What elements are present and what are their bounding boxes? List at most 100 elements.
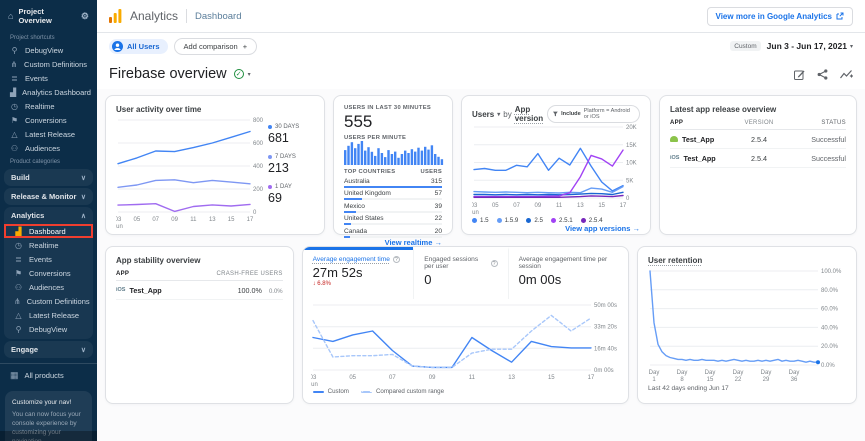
caret-down-icon: ▾	[497, 111, 500, 118]
custom-definitions-icon: ⋔	[14, 297, 21, 306]
tab-average-engagement-time[interactable]: Average engagement time?27m 52s↓ 6.8%	[303, 247, 414, 299]
legend-dot	[268, 125, 272, 129]
sidebar-item-debugview[interactable]: ⚲DebugView	[0, 43, 97, 57]
tab-engaged-sessions-per-user[interactable]: Engaged sessions per user?0	[413, 247, 507, 299]
sidebar-item-analytics-dashboard[interactable]: ▟Analytics Dashboard	[0, 85, 97, 99]
country-bar	[344, 211, 356, 213]
events-icon: ≣	[10, 74, 19, 83]
tab-label: Average engagement time per session	[519, 256, 618, 270]
svg-text:13: 13	[508, 375, 515, 381]
svg-text:15: 15	[707, 377, 714, 383]
conversions-icon: ⚑	[10, 116, 19, 125]
conversions-icon: ⚑	[14, 269, 23, 278]
country-users: 57	[435, 190, 442, 197]
sidebar-item-latest-release[interactable]: △Latest Release	[4, 308, 93, 322]
svg-text:09: 09	[171, 217, 178, 223]
country-row-australia: Australia315	[344, 178, 442, 188]
tab-average-engagement-time-per-session[interactable]: Average engagement time per session0m 00…	[508, 247, 628, 299]
engagement-line-chart: 0m 00s16m 40s33m 20s50m 00s03Jun05070911…	[311, 301, 623, 387]
svg-text:Day: Day	[761, 370, 772, 376]
sidebar-item-events[interactable]: ≣Events	[0, 71, 97, 85]
metric-selector[interactable]: Users	[472, 110, 494, 119]
sidebar-shortcuts-list: ⚲DebugView⋔Custom Definitions≣Events▟Ana…	[0, 43, 97, 155]
retention-footer: Last 42 days ending Jun 17	[648, 385, 846, 392]
all-users-chip[interactable]: All Users	[109, 39, 168, 54]
app-cell: iOSTest_App	[670, 154, 730, 163]
svg-text:11: 11	[556, 203, 563, 209]
country-row-united-kingdom: United Kingdom57	[344, 190, 442, 200]
legend-value: 681	[268, 131, 314, 145]
user-activity-line-chart: 020040060080003Jun05070911131517	[116, 116, 268, 230]
analytics-dashboard-icon: ▟	[10, 88, 16, 97]
platform-filter-chip[interactable]: Include Platform = Android or iOS	[547, 105, 640, 123]
sidebar-section-engage[interactable]: Engage ∨	[4, 341, 93, 358]
svg-text:13: 13	[209, 217, 216, 223]
legend-dot	[472, 218, 477, 223]
latest-release-icon: △	[10, 130, 19, 139]
sidebar-item-label: DebugView	[29, 325, 67, 334]
svg-text:600: 600	[253, 141, 264, 147]
country-bar	[344, 186, 442, 188]
legend-item-1-5: 1.5	[472, 217, 489, 224]
svg-text:22: 22	[735, 377, 742, 383]
share-button[interactable]	[817, 69, 828, 80]
sidebar-section-release-monitor[interactable]: Release & Monitor ∨	[4, 188, 93, 205]
tab-label: Engaged sessions per user	[424, 256, 487, 270]
sidebar-item-conversions[interactable]: ⚑Conversions	[4, 266, 93, 280]
svg-text:17: 17	[620, 203, 627, 209]
sidebar-item-realtime[interactable]: ◷Realtime	[0, 99, 97, 113]
svg-text:10K: 10K	[626, 161, 637, 167]
crash-free-delta: 0.0%	[269, 289, 283, 295]
version-cell: 2.5.4	[730, 154, 788, 163]
realtime-card: USERS IN LAST 30 MINUTES 555 USERS PER M…	[333, 95, 453, 235]
person-icon	[112, 41, 123, 52]
all-products-item[interactable]: ▦ All products	[0, 364, 97, 387]
sidebar-item-realtime[interactable]: ◷ Realtime	[4, 238, 93, 252]
sidebar-item-label: Audiences	[25, 144, 60, 153]
view-app-versions-link[interactable]: View app versions →	[472, 224, 640, 233]
svg-text:0: 0	[626, 196, 630, 202]
sidebar-item-label: Realtime	[29, 241, 59, 250]
sidebar-item-latest-release[interactable]: △Latest Release	[0, 127, 97, 141]
dimension-selector[interactable]: App version	[515, 105, 548, 123]
view-more-button[interactable]: View more in Google Analytics	[707, 7, 853, 26]
sidebar-item-conversions[interactable]: ⚑Conversions	[0, 113, 97, 127]
add-comparison-chip[interactable]: Add comparison +	[174, 38, 258, 55]
app-cell: iOSTest_App	[116, 286, 213, 295]
engagement-tabs: Average engagement time?27m 52s↓ 6.8%Eng…	[303, 247, 628, 299]
svg-text:11: 11	[190, 217, 197, 223]
legend-label: 30 DAYS	[275, 124, 299, 130]
sidebar-item-custom-definitions[interactable]: ⋔Custom Definitions	[0, 57, 97, 71]
dashboard-grid: User activity over time 020040060080003J…	[97, 89, 865, 441]
sidebar-item-dashboard[interactable]: ▟Dashboard	[4, 224, 93, 238]
sidebar-item-audiences[interactable]: ⚇Audiences	[4, 280, 93, 294]
svg-text:36: 36	[791, 377, 798, 383]
svg-text:20K: 20K	[626, 125, 637, 131]
gear-icon[interactable]: ⚙	[81, 11, 89, 22]
date-range-picker[interactable]: Jun 3 - Jun 17, 2021 ▾	[767, 41, 853, 51]
filter-text: Platform = Android or iOS	[584, 108, 634, 120]
realtime-icon: ◷	[14, 241, 23, 250]
analytics-section-header[interactable]: Analytics ∧	[4, 207, 93, 224]
custom-line-sample	[313, 391, 324, 393]
column-header-status: STATUS	[788, 120, 846, 126]
latest-release-card: Latest app release overview APPVERSIONST…	[659, 95, 857, 235]
top-countries-list: Australia315United Kingdom57Mexico39Unit…	[344, 175, 442, 238]
sidebar-item-debugview[interactable]: ⚲DebugView	[4, 322, 93, 336]
sidebar-section-build[interactable]: Build ∨	[4, 169, 93, 186]
dashboard-icon: ▟	[14, 227, 23, 236]
sidebar-project-overview[interactable]: ⌂ Project Overview ⚙	[0, 0, 97, 31]
sidebar-item-custom-definitions[interactable]: ⋔Custom Definitions	[4, 294, 93, 308]
column-header-version: VERSION	[730, 120, 788, 126]
insights-button[interactable]	[840, 69, 853, 80]
edit-dashboard-button[interactable]	[794, 69, 805, 80]
sidebar-item-events[interactable]: ≣Events	[4, 252, 93, 266]
svg-text:Day: Day	[733, 370, 744, 376]
sidebar-item-audiences[interactable]: ⚇Audiences	[0, 141, 97, 155]
svg-text:20.0%: 20.0%	[821, 344, 839, 350]
all-products-label: All products	[25, 371, 64, 380]
svg-text:09: 09	[535, 203, 542, 209]
share-icon	[817, 69, 828, 80]
dashboard-status-dropdown[interactable]: ✓ ▾	[234, 69, 251, 79]
brand-name: Analytics	[130, 9, 178, 23]
